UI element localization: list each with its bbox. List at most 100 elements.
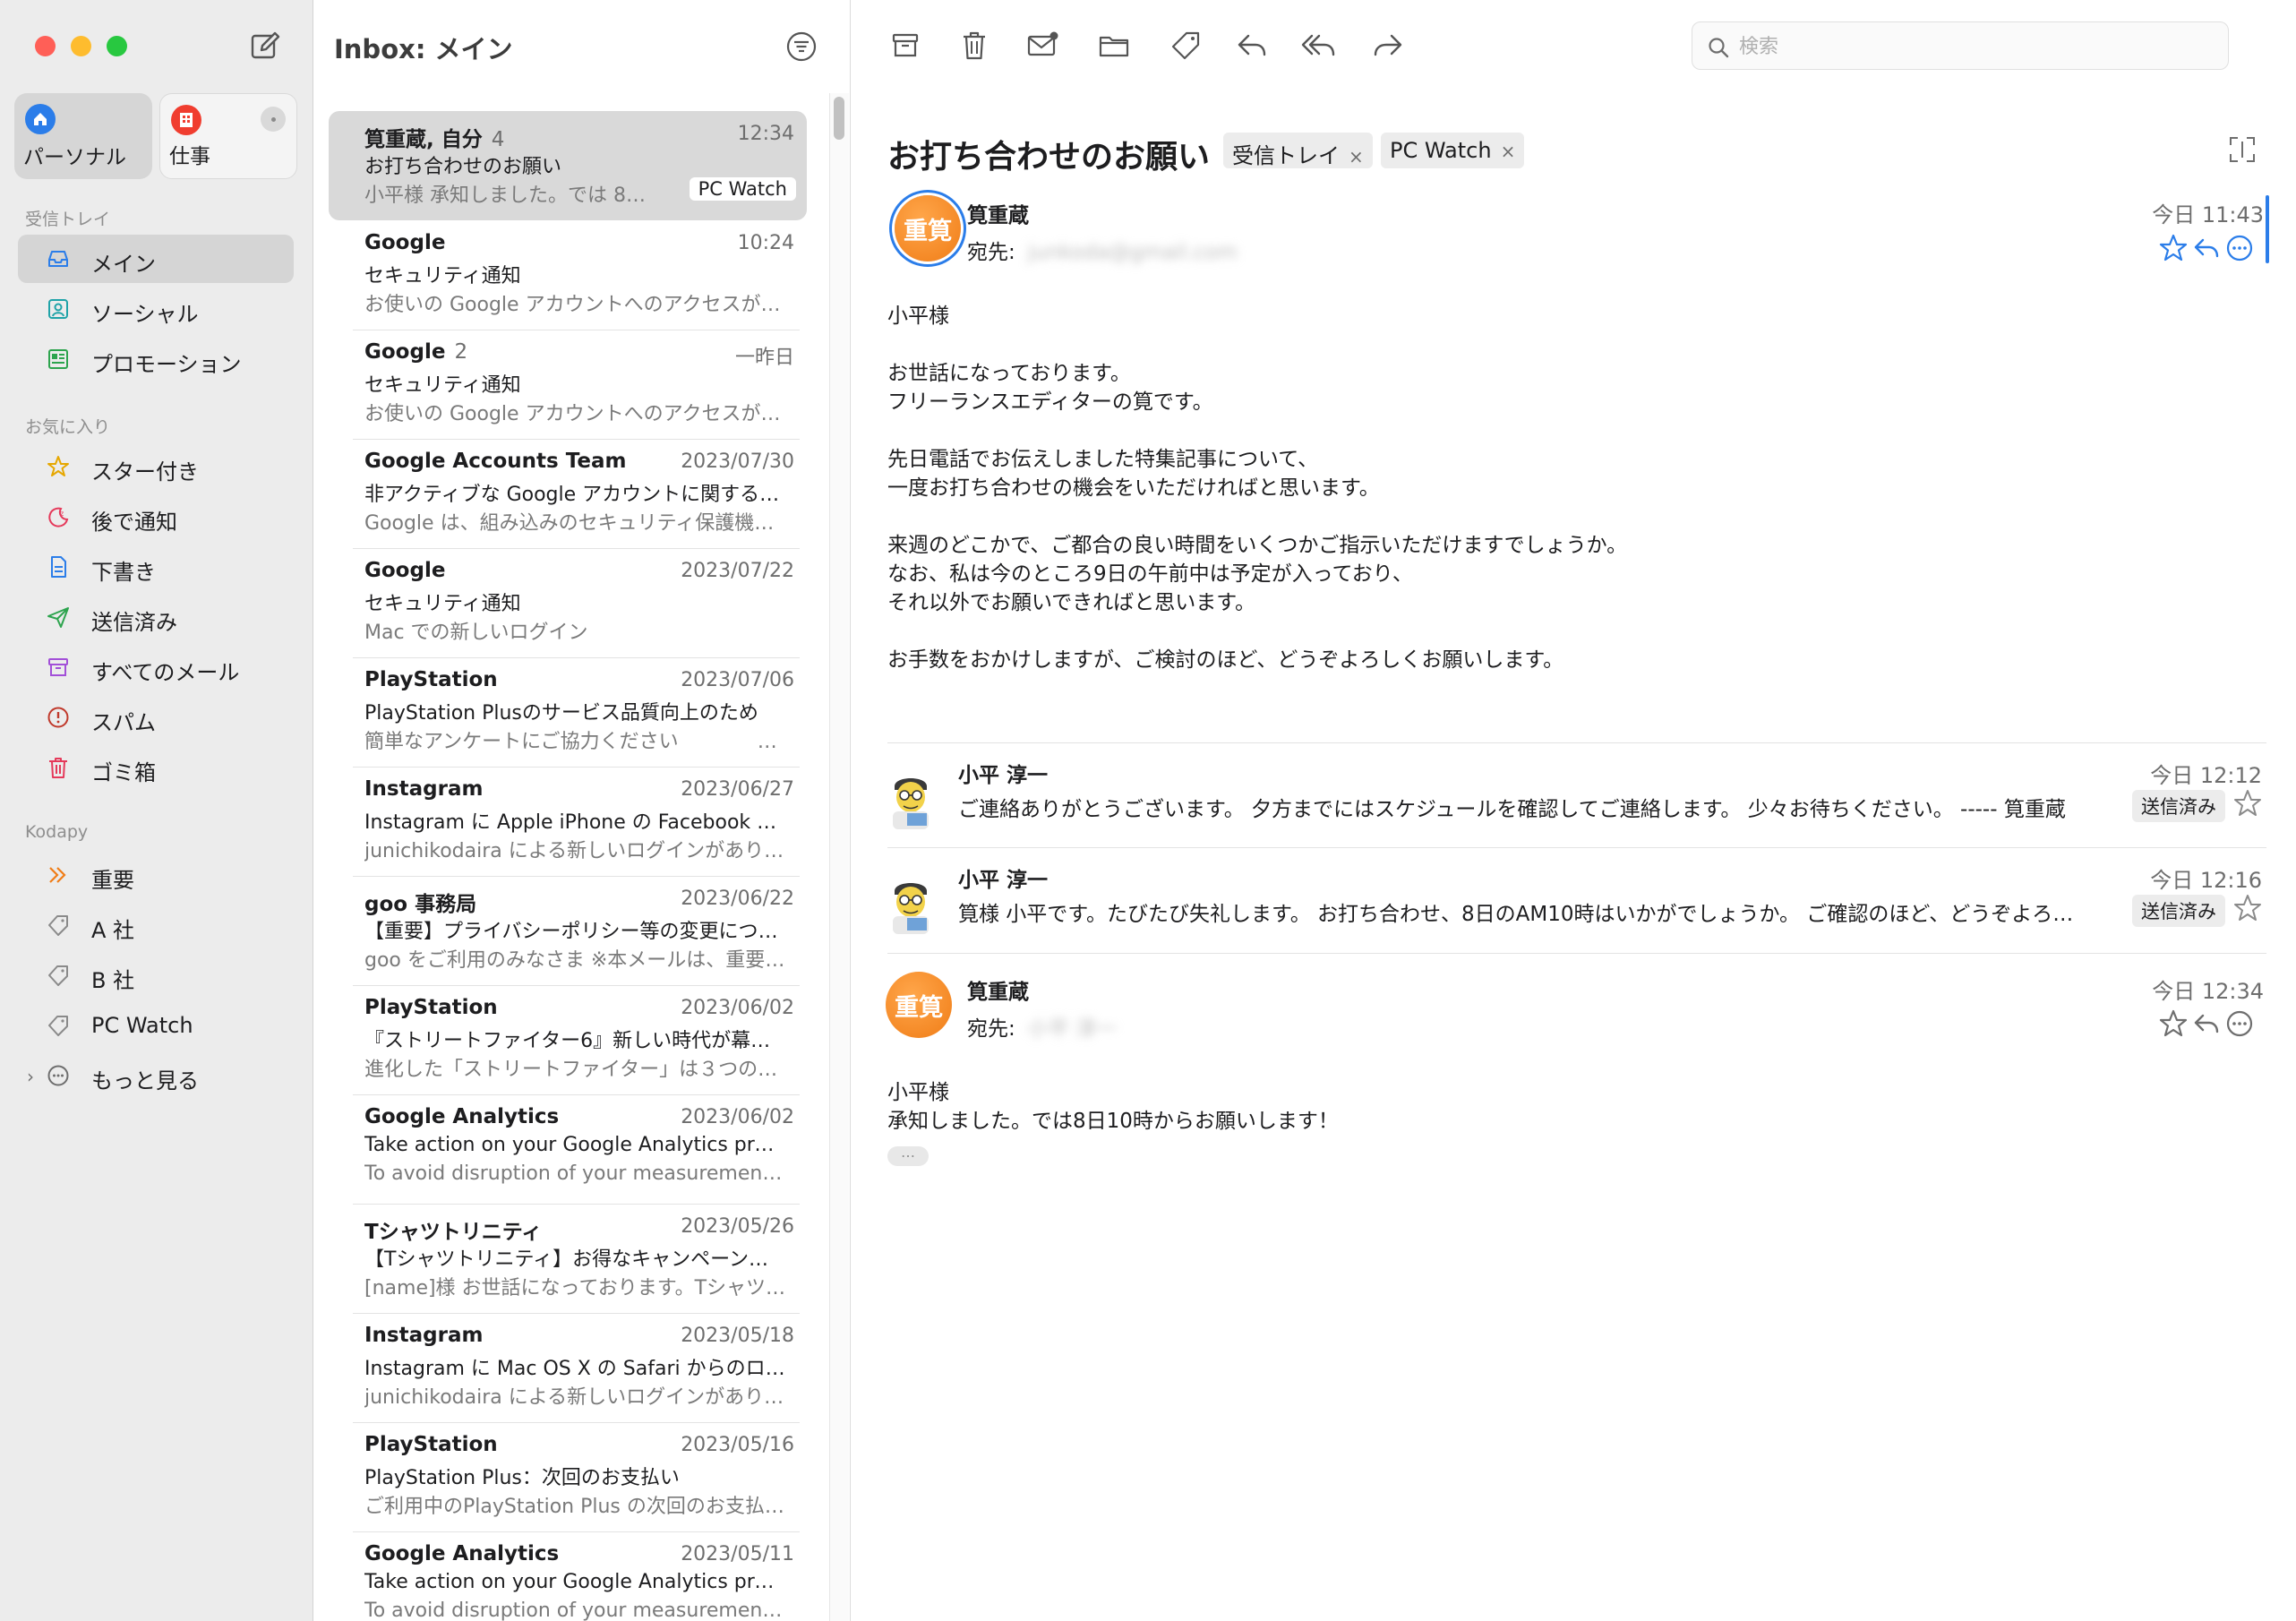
star-button[interactable] [2158,233,2189,263]
cartoon-avatar-icon [893,778,929,829]
message-date: 2023/06/22 [681,888,794,910]
message-subject: 『ストリートファイター6』新しい時代が幕を開ける [364,1030,785,1052]
list-scrollbar-thumb[interactable] [834,97,844,140]
more-actions-button[interactable] [2224,1008,2255,1039]
sidebar-item-sent[interactable]: 送信済み [18,593,294,641]
sidebar-item-spam[interactable]: スパム [18,693,294,742]
sidebar-item-trash[interactable]: ゴミ箱 [18,743,294,792]
thread-count: 4 [491,128,505,151]
message-date: 2023/05/26 [681,1215,794,1238]
message-row[interactable]: Google 10:24 セキュリティ通知 お使いの Google アカウントへ… [329,220,807,330]
focus-indicator [2266,195,2269,263]
sidebar-item-starred[interactable]: スター付き [18,442,294,491]
forward-icon [1374,34,1402,56]
show-quoted-text-button[interactable]: … [887,1145,929,1166]
message-preview: お使いの Google アカウントへのアクセスが許可されました [364,403,789,425]
window-close-button[interactable] [35,36,56,56]
search-input[interactable] [1739,31,2205,62]
ellipsis-circle-icon [2226,235,2253,262]
message-row[interactable]: Instagram 2023/06/27 Instagram に Apple i… [329,767,807,877]
recipient-line: 宛先: junkoda@gmail.com [967,241,1238,264]
message-row[interactable]: PlayStation 2023/06/02 『ストリートファイター6』新しい時… [329,985,807,1095]
thread-message-collapsed[interactable]: 小平 淳一 今日 12:12 ご連絡ありがとうございます。 夕方までにはスケジュ… [887,747,2266,847]
star-button[interactable] [2158,1008,2189,1039]
account-work[interactable]: 仕事 [159,93,297,179]
more-actions-button[interactable] [2224,233,2255,263]
reply-all-button[interactable] [1299,25,1341,66]
sidebar-item-drafts[interactable]: 下書き [18,543,294,591]
account-work-label: 仕事 [169,145,210,168]
message-row[interactable]: Google 2 一昨日 セキュリティ通知 お使いの Google アカウントへの… [329,330,807,440]
home-icon [25,104,56,134]
star-button[interactable] [2232,893,2263,923]
message-preview: 小平様 承知しました。では 8日10時からお願いします！ [364,184,660,207]
message-preview: Google は、組み込みのセキュリティ保護機能により [364,512,789,535]
body-line: なお、私は今のところ9日の午前中は予定が入っており、 [887,562,1413,586]
window-maximize-button[interactable] [107,36,127,56]
message-preview: goo をご利用のみなさま ※本メールは、重要なお知らせ [364,949,789,972]
reply-button[interactable] [1231,25,1272,66]
message-subject: 【Tシャツトリニティ】お得なキャンペーンのお知らせ [364,1248,785,1271]
forward-button[interactable] [1367,25,1409,66]
sidebar-item-label: ソーシャル [91,302,199,327]
close-icon[interactable]: × [1501,141,1516,162]
recipient-line: 宛先: 小平 淳一 [967,1011,1117,1042]
message-row[interactable]: Instagram 2023/05/18 Instagram に Mac OS … [329,1313,807,1423]
expand-window-button[interactable] [2225,133,2259,167]
search-box[interactable] [1692,21,2229,70]
archive-button[interactable] [885,25,926,66]
compose-button[interactable] [247,29,283,64]
message-preview: To avoid disruption of your measurement,… [364,1162,789,1185]
reply-button-inline[interactable] [2191,1008,2222,1039]
label-chip-inbox[interactable]: 受信トレイ × [1223,133,1373,168]
message-row[interactable]: Google Analytics 2023/06/02 Take action … [329,1094,807,1205]
reply-button-inline[interactable] [2191,233,2222,263]
message-row[interactable]: Google Accounts Team 2023/07/30 非アクティブな … [329,439,807,549]
thread-time: 今日 12:12 [2150,763,2262,788]
message-row[interactable]: PlayStation 2023/07/06 PlayStation Plusの… [329,657,807,768]
sidebar-item-b-company[interactable]: B 社 [18,951,294,999]
sidebar-item-snoozed[interactable]: z 後で通知 [18,493,294,541]
sent-badge: 送信済み [2132,895,2225,927]
sidebar-item-promotions[interactable]: プロモーション [18,335,294,383]
sidebar-item-all-mail[interactable]: すべてのメール [18,643,294,691]
close-icon[interactable]: × [1349,146,1364,167]
filter-button[interactable] [785,30,818,63]
message-row[interactable]: Tシャツトリニティ 2023/05/26 【Tシャツトリニティ】お得なキャンペー… [329,1204,807,1314]
sidebar-item-a-company[interactable]: A 社 [18,901,294,949]
label-button[interactable] [1165,25,1206,66]
message-sender: 筧重蔵, 自分 4 [364,128,505,151]
email-subject: お打ち合わせのお願い [887,139,1211,176]
message-row[interactable]: goo 事務局 2023/06/22 【重要】プライバシーポリシー等の変更につい… [329,876,807,986]
message-row[interactable]: Google Analytics 2023/05/11 Take action … [329,1531,807,1621]
sidebar-item-main[interactable]: メイン [18,235,294,283]
sidebar-item-important[interactable]: 重要 [18,851,294,899]
cartoon-avatar-icon [893,883,929,934]
sidebar-item-pc-watch[interactable]: PC Watch [18,1001,294,1050]
message-row[interactable]: PlayStation 2023/05/16 PlayStation Plus：… [329,1422,807,1532]
sidebar-item-more[interactable]: › もっと見る [18,1051,294,1100]
tag-icon [48,915,68,936]
message-subject: PlayStation Plusのサービス品質向上のため [364,702,758,725]
message-row[interactable]: 筧重蔵, 自分 4 12:34 お打ち合わせのお願い 小平様 承知しました。では … [329,111,807,220]
label-chip-pc-watch[interactable]: PC Watch × [1381,133,1525,168]
message-preview: 簡単なアンケートにご協力ください … [364,731,789,753]
star-button[interactable] [2232,788,2263,819]
sender-avatar: 重筧 [895,195,961,262]
message-row[interactable]: Google 2023/07/22 セキュリティ通知 Mac での新しいログイン [329,548,807,658]
double-chevron-icon [49,867,66,883]
move-to-folder-button[interactable] [1093,25,1135,66]
chevron-right-icon[interactable]: › [27,1066,34,1087]
window-minimize-button[interactable] [71,36,91,56]
thread-sender: 小平 淳一 [958,764,1049,787]
account-personal[interactable]: パーソナル [14,93,152,179]
list-scrollbar[interactable] [829,93,849,1621]
thread-message-collapsed[interactable]: 小平 淳一 今日 12:16 筧様 小平です。たびたび失礼します。 お打ち合わせ… [887,852,2266,952]
reply-icon [2194,238,2219,258]
sidebar-item-label: A 社 [91,918,135,943]
sidebar-item-social[interactable]: ソーシャル [18,285,294,333]
delete-button[interactable] [954,25,995,66]
body-line: 小平様 [887,304,949,328]
mark-unread-button[interactable] [1022,25,1063,66]
message-tag: PC Watch [689,177,796,201]
